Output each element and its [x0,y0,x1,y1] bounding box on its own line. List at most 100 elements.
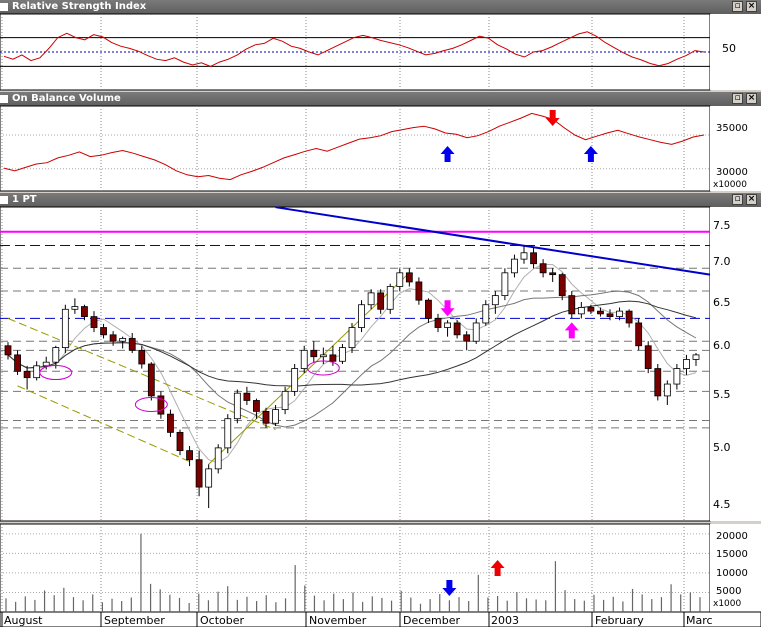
candle-body [434,318,442,328]
candle-body [90,316,98,328]
candle-body [81,306,88,317]
candle-body [654,368,662,397]
candle-body [262,411,270,424]
candle-body [291,368,299,392]
month-label-february: February [595,614,644,627]
vol-unit-label: x1000 [713,599,742,609]
candle-body [568,295,576,315]
obv-ytick-35000: 35000 [716,123,748,134]
price-ytick-7.0: 7.0 [713,255,731,268]
price-ytick-7.5: 7.5 [713,219,731,232]
candle-body [692,354,700,360]
candle-body [224,418,232,449]
candle-body [109,334,117,342]
candle-body [205,468,213,488]
rsi-ytick-50: 50 [722,42,736,55]
candle-body [597,310,604,315]
candle-body [4,345,12,356]
month-label-september: September [104,614,165,627]
candle-body [491,295,499,306]
candle-body [415,281,423,301]
candle-body [577,307,585,315]
candle-body [453,322,461,336]
candle-body [128,338,136,351]
candle-body [52,347,60,363]
candle-body [405,272,413,283]
candle-body [42,361,50,367]
chart-window: Relative Strength Index ▫ × On Balance V… [0,0,761,627]
candle-body [14,354,21,372]
candle-body [663,383,671,397]
candle-body [367,292,375,306]
candle-body [23,370,31,379]
chart-canvas: 50 35000 30000 x10000 7.5 7.0 6.5 6.0 5.… [0,13,761,627]
candle-body [71,306,79,310]
price-ytick-4.5: 4.5 [713,498,731,511]
month-label-march: Marc [686,614,713,627]
candle-body [558,274,566,297]
candle-body [501,272,509,297]
obv-axis-area [710,106,761,191]
candle-body [329,354,337,362]
month-label-october: October [200,614,244,627]
candle-body [463,334,471,342]
vol-ytick-10000: 10000 [716,568,748,579]
candle-body [195,459,203,488]
vol-ytick-5000: 5000 [716,586,741,597]
volume-plot-area [0,523,711,613]
candle-body [281,390,289,410]
candle-body [243,392,251,401]
month-label-december: December [403,614,461,627]
candle-body [386,286,394,310]
candle-body [606,313,614,317]
obv-ytick-30000: 30000 [716,167,748,178]
candle-body [138,349,146,365]
candle-body [482,304,490,324]
candle-body [530,252,537,265]
candle-body [348,327,356,348]
candle-body [644,345,652,369]
month-label-2003: 2003 [491,614,519,627]
candle-body [272,409,279,424]
candle-body [33,365,41,379]
candle-body [673,368,681,385]
rsi-plot-area [0,13,711,91]
candle-body [635,322,643,347]
price-ytick-5.0: 5.0 [713,441,731,454]
price-ytick-6.0: 6.0 [713,339,731,352]
candle-body [472,322,480,342]
candle-body [539,263,547,274]
candle-body [167,413,174,433]
candle-body [520,252,528,260]
candle-body [100,327,107,336]
price-plot-area [0,206,711,522]
candle-body [61,308,69,348]
candle-body [549,272,557,276]
candle-body [214,447,222,470]
candle-body [587,307,595,312]
candle-body [616,310,623,317]
price-ytick-5.5: 5.5 [713,388,731,401]
month-label-august: August [4,614,43,627]
price-ytick-6.5: 6.5 [713,296,731,309]
candle-body [176,431,184,452]
candle-body [683,359,690,369]
candle-body [396,272,404,287]
obv-plot-area [0,105,711,192]
candle-body [625,310,633,324]
vol-ytick-15000: 15000 [716,549,748,560]
candle-body [358,304,365,328]
vol-ytick-20000: 20000 [716,531,748,542]
candle-body [300,349,308,369]
candle-body [425,299,432,319]
candle-body [253,400,260,412]
candle-body [310,349,318,358]
obv-unit-label: x10000 [713,180,747,190]
candle-body [147,363,155,397]
candle-body [319,354,327,358]
candle-body [444,322,451,328]
candle-body [511,258,518,274]
candle-body [339,347,346,362]
candle-body [377,292,385,310]
month-label-november: November [309,614,367,627]
